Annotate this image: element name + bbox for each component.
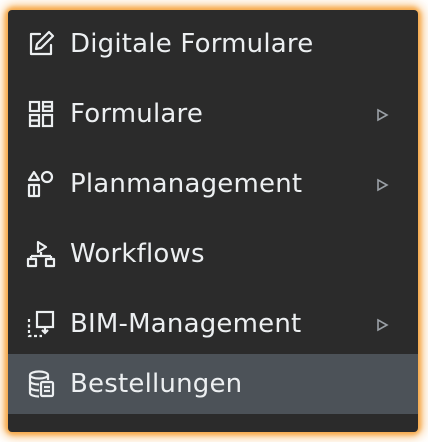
menu-item-label: Workflows	[70, 239, 205, 269]
forms-grid-icon	[26, 99, 56, 129]
submenu-arrow-icon	[375, 318, 389, 332]
menu-item-label: BIM-Management	[70, 309, 302, 339]
menu-item-label: Digitale Formulare	[70, 29, 314, 59]
menu-item-label: Planmanagement	[70, 169, 303, 199]
submenu-arrow-icon	[375, 108, 389, 122]
submenu-arrow-icon	[375, 178, 389, 192]
menu-item-digitale-formulare[interactable]: Digitale Formulare	[8, 16, 418, 72]
menu-item-workflows[interactable]: Workflows	[8, 226, 418, 282]
menu-item-label: Formulare	[70, 99, 204, 129]
edit-icon	[26, 29, 56, 59]
context-menu: Digitale Formulare Formulare Planmanagem…	[8, 10, 418, 432]
workflow-icon	[26, 239, 56, 269]
menu-item-bim-management[interactable]: BIM-Management	[8, 296, 418, 352]
bim-icon	[26, 309, 56, 339]
menu-item-formulare[interactable]: Formulare	[8, 86, 418, 142]
menu-item-label: Bestellungen	[70, 369, 243, 399]
menu-item-planmanagement[interactable]: Planmanagement	[8, 156, 418, 212]
plan-icon	[26, 169, 56, 199]
menu-item-bestellungen[interactable]: Bestellungen	[8, 354, 418, 414]
database-icon	[26, 369, 56, 399]
